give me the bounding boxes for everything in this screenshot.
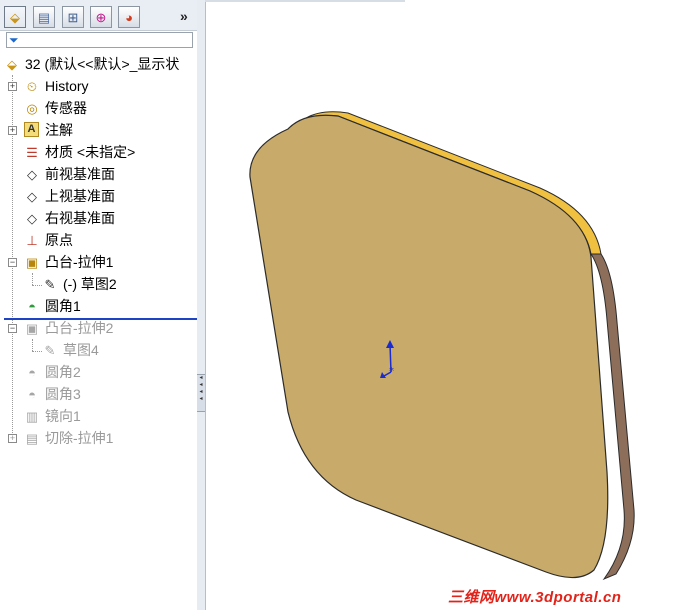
tree-item-label: 凸台-拉伸2 [45, 320, 114, 336]
panel-splitter[interactable]: ◂ ◂ ◂ ◂ [197, 0, 206, 610]
tree-item-fillet-1[interactable]: ◓ 圆角1 [0, 295, 197, 317]
graphics-area[interactable]: * [206, 2, 673, 610]
watermark-text: 三维网www.3dportal.cn [448, 589, 622, 606]
tree-item-label: History [45, 78, 89, 94]
tree-root-part[interactable]: ⬙ 32 (默认<<默认>_显示状 [0, 53, 197, 75]
extrude-icon: ▣ [25, 320, 39, 336]
expand-toggle[interactable]: + [8, 82, 17, 91]
fillet-icon: ◓ [28, 298, 36, 314]
collapse-toggle[interactable]: − [8, 324, 17, 333]
sketch-icon: ✎ [44, 276, 56, 292]
tree-item-label: 材质 <未指定> [45, 144, 136, 160]
tree-item-material[interactable]: ☰ 材质 <未指定> [0, 141, 197, 163]
collapse-toggle[interactable]: − [8, 258, 17, 267]
feature-manager-panel: ⬙ ▤ ⊞ ⊕ ◕ » ⏷ ⬙ 32 (默认<<默认>_显示状 + ⏲ Hist… [0, 0, 198, 610]
expand-toggle[interactable]: + [8, 126, 17, 135]
tree-item-label: (-) 草图2 [63, 276, 117, 292]
sketch-icon: ✎ [44, 342, 56, 358]
fillet-icon: ◓ [28, 364, 36, 380]
annotations-icon: A [24, 122, 39, 137]
tree-item-label: 传感器 [45, 100, 87, 116]
tree-item-annotations[interactable]: + A 注解 [0, 119, 197, 141]
sensor-icon: ◎ [26, 100, 38, 116]
tree-item-label: 上视基准面 [45, 188, 115, 204]
part-icon: ⬙ [7, 56, 17, 72]
tree-item-history[interactable]: + ⏲ History [0, 75, 197, 97]
manager-tabs: ⬙ ▤ ⊞ ⊕ ◕ » [0, 0, 197, 31]
tree-item-label: 圆角2 [45, 364, 81, 380]
tree-item-label: 镜向1 [45, 408, 81, 424]
extrude-icon: ▣ [25, 254, 39, 270]
part-front-face [249, 114, 609, 579]
tree-item-label: 凸台-拉伸1 [45, 254, 114, 270]
property-manager-icon: ▤ [37, 9, 51, 25]
tree-item-label: 右视基准面 [45, 210, 115, 226]
tree-item-top-plane[interactable]: ◇ 上视基准面 [0, 185, 197, 207]
dimxpert-tab[interactable]: ⊕ [90, 6, 112, 28]
display-manager-icon: ◕ [125, 9, 133, 25]
mirror-icon: ▥ [25, 408, 39, 424]
plane-icon: ◇ [27, 188, 37, 204]
tree-root-label: 32 (默认<<默认>_显示状 [25, 56, 180, 72]
tree-filter-input[interactable]: ⏷ [6, 32, 193, 48]
tree-item-label: 注解 [45, 122, 73, 138]
tree-item-fillet-2[interactable]: ◓ 圆角2 [0, 361, 197, 383]
tree-item-label: 圆角1 [45, 298, 81, 314]
tree-item-sketch-4[interactable]: ✎ 草图4 [0, 339, 197, 361]
tree-item-label: 草图4 [63, 342, 99, 358]
property-manager-tab[interactable]: ▤ [33, 6, 55, 28]
tabs-more-button[interactable]: » [180, 8, 188, 24]
dimxpert-icon: ⊕ [95, 9, 107, 25]
tree-item-front-plane[interactable]: ◇ 前视基准面 [0, 163, 197, 185]
tree-item-sketch-2[interactable]: ✎ (-) 草图2 [0, 273, 197, 295]
tree-item-label: 原点 [45, 232, 73, 248]
plane-icon: ◇ [27, 166, 37, 182]
configuration-manager-icon: ⊞ [67, 9, 79, 25]
fillet-icon: ◓ [28, 386, 36, 402]
display-manager-tab[interactable]: ◕ [118, 6, 140, 28]
tree-item-origin[interactable]: ⊥ 原点 [0, 229, 197, 251]
svg-text:*: * [389, 366, 394, 377]
tree-item-right-plane[interactable]: ◇ 右视基准面 [0, 207, 197, 229]
tree-item-boss-extrude-2[interactable]: − ▣ 凸台-拉伸2 [0, 317, 197, 339]
cut-extrude-icon: ▤ [25, 430, 39, 446]
configuration-manager-tab[interactable]: ⊞ [62, 6, 84, 28]
tree-item-label: 前视基准面 [45, 166, 115, 182]
tree-item-label: 切除-拉伸1 [45, 430, 114, 446]
tree-item-label: 圆角3 [45, 386, 81, 402]
expand-toggle[interactable]: + [8, 434, 17, 443]
feature-manager-icon: ⬙ [10, 9, 20, 25]
model-viewport-svg: * [249, 111, 635, 581]
material-icon: ☰ [26, 144, 38, 160]
splitter-grip[interactable]: ◂ ◂ ◂ ◂ [197, 374, 205, 412]
feature-manager-tab[interactable]: ⬙ [4, 6, 26, 28]
history-icon: ⏲ [26, 78, 38, 94]
tree-item-fillet-3[interactable]: ◓ 圆角3 [0, 383, 197, 405]
origin-icon: ⊥ [26, 232, 38, 248]
tree-item-cut-extrude-1[interactable]: + ▤ 切除-拉伸1 [0, 427, 197, 449]
filter-icon: ⏷ [9, 33, 19, 47]
tree-item-boss-extrude-1[interactable]: − ▣ 凸台-拉伸1 [0, 251, 197, 273]
plane-icon: ◇ [27, 210, 37, 226]
tree-item-sensors[interactable]: ◎ 传感器 [0, 97, 197, 119]
tree-item-mirror-1[interactable]: ▥ 镜向1 [0, 405, 197, 427]
